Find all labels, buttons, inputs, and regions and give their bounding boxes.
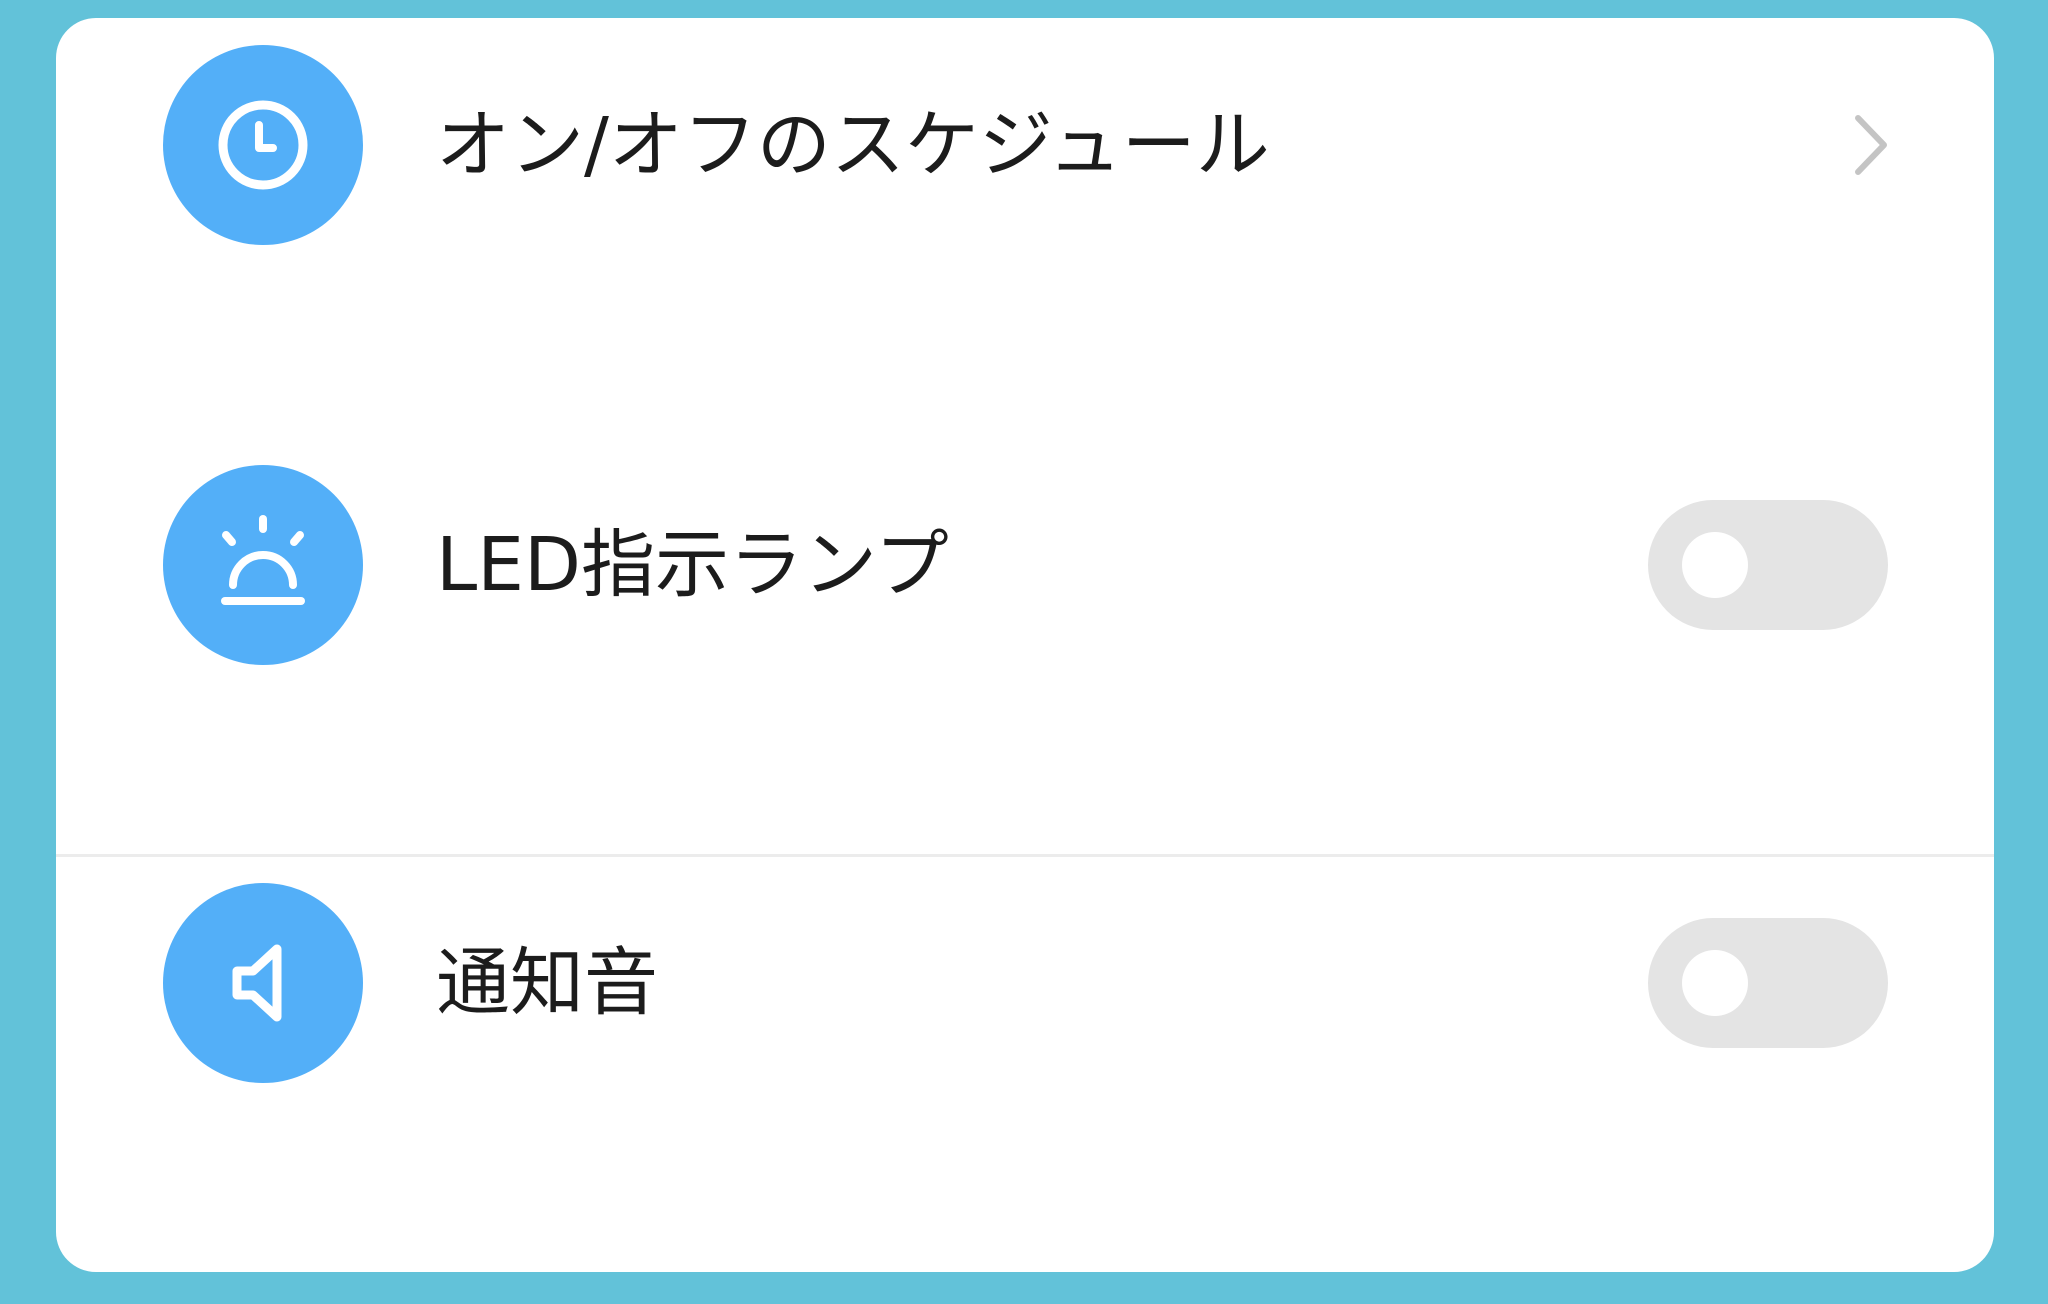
notification-sound-toggle[interactable] xyxy=(1648,918,1888,1048)
led-indicator-toggle[interactable] xyxy=(1648,500,1888,630)
schedule-label: オン/オフのスケジュール xyxy=(436,102,1270,188)
settings-card: オン/オフのスケジュール LED指示ランプ 通知音 xyxy=(56,18,1994,1272)
divider xyxy=(56,854,1994,857)
clock-icon xyxy=(163,45,363,245)
toggle-knob xyxy=(1682,950,1748,1016)
toggle-knob xyxy=(1682,532,1748,598)
notification-sound-row: 通知音 xyxy=(56,878,1994,1088)
chevron-right-icon xyxy=(1855,115,1887,175)
led-indicator-label: LED指示ランプ xyxy=(436,522,949,608)
speaker-icon xyxy=(163,883,363,1083)
notification-sound-label: 通知音 xyxy=(436,940,658,1026)
alarm-lamp-icon xyxy=(163,465,363,665)
schedule-row[interactable]: オン/オフのスケジュール xyxy=(56,40,1994,250)
led-indicator-row: LED指示ランプ xyxy=(56,460,1994,670)
